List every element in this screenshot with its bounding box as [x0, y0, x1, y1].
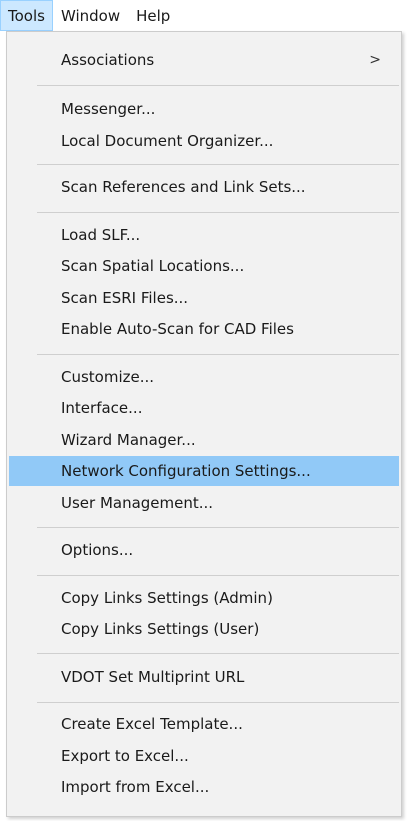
- menu-item-load-slf[interactable]: Load SLF...: [9, 220, 399, 250]
- menu-separator: [37, 653, 399, 654]
- menu-item-label: Load SLF...: [61, 226, 141, 244]
- menu-item-label: Interface...: [61, 399, 143, 417]
- menu-item-scan-references[interactable]: Scan References and Link Sets...: [9, 172, 399, 202]
- menu-window[interactable]: Window: [53, 0, 128, 31]
- menu-item-label: Options...: [61, 541, 134, 559]
- menu-help[interactable]: Help: [128, 0, 178, 31]
- menu-item-label: Scan Spatial Locations...: [61, 257, 245, 275]
- menu-item-label: Scan References and Link Sets...: [61, 178, 306, 196]
- menu-item-scan-spatial-locations[interactable]: Scan Spatial Locations...: [9, 251, 399, 281]
- menu-separator: [37, 164, 399, 165]
- menu-separator: [37, 85, 399, 86]
- menu-item-vdot-set-multiprint-url[interactable]: VDOT Set Multiprint URL: [9, 662, 399, 692]
- menu-item-wizard-manager[interactable]: Wizard Manager...: [9, 425, 399, 455]
- menu-item-label: Local Document Organizer...: [61, 132, 274, 150]
- menu-item-messenger[interactable]: Messenger...: [9, 94, 399, 124]
- menu-item-customize[interactable]: Customize...: [9, 362, 399, 392]
- menu-item-label: Wizard Manager...: [61, 431, 196, 449]
- menu-item-label: Associations: [61, 51, 155, 69]
- menu-item-local-document-organizer[interactable]: Local Document Organizer...: [9, 126, 399, 156]
- menu-tools[interactable]: Tools: [0, 0, 53, 31]
- menu-item-label: Export to Excel...: [61, 747, 189, 765]
- menu-item-import-from-excel[interactable]: Import from Excel...: [9, 772, 399, 802]
- menu-item-label: Create Excel Template...: [61, 715, 243, 733]
- tools-dropdown-menu: Associations > Messenger... Local Docume…: [6, 31, 402, 817]
- menu-item-scan-esri-files[interactable]: Scan ESRI Files...: [9, 283, 399, 313]
- menu-item-label: Import from Excel...: [61, 778, 210, 796]
- menu-item-label: Scan ESRI Files...: [61, 289, 189, 307]
- menu-item-user-management[interactable]: User Management...: [9, 488, 399, 518]
- menu-item-options[interactable]: Options...: [9, 535, 399, 565]
- menu-item-interface[interactable]: Interface...: [9, 393, 399, 423]
- menu-separator: [37, 212, 399, 213]
- menu-item-copy-links-user[interactable]: Copy Links Settings (User): [9, 614, 399, 644]
- menu-item-label: Messenger...: [61, 100, 156, 118]
- menu-item-label: VDOT Set Multiprint URL: [61, 668, 245, 686]
- menu-item-label: User Management...: [61, 494, 214, 512]
- menu-item-label: Network Configuration Settings...: [61, 462, 311, 480]
- menu-item-enable-auto-scan[interactable]: Enable Auto-Scan for CAD Files: [9, 314, 399, 344]
- menu-separator: [37, 702, 399, 703]
- menu-separator: [37, 527, 399, 528]
- menu-bar: Tools Window Help: [0, 0, 417, 31]
- menu-item-copy-links-admin[interactable]: Copy Links Settings (Admin): [9, 583, 399, 613]
- menu-item-label: Customize...: [61, 368, 155, 386]
- menu-item-label: Copy Links Settings (Admin): [61, 589, 273, 607]
- menu-separator: [37, 575, 399, 576]
- menu-item-network-configuration-settings[interactable]: Network Configuration Settings...: [9, 456, 399, 486]
- menu-item-label: Copy Links Settings (User): [61, 620, 260, 638]
- menu-item-label: Enable Auto-Scan for CAD Files: [61, 320, 294, 338]
- menu-item-export-to-excel[interactable]: Export to Excel...: [9, 741, 399, 771]
- submenu-arrow-icon: >: [369, 52, 381, 68]
- menu-item-create-excel-template[interactable]: Create Excel Template...: [9, 709, 399, 739]
- menu-item-associations[interactable]: Associations >: [9, 45, 399, 75]
- menu-separator: [37, 354, 399, 355]
